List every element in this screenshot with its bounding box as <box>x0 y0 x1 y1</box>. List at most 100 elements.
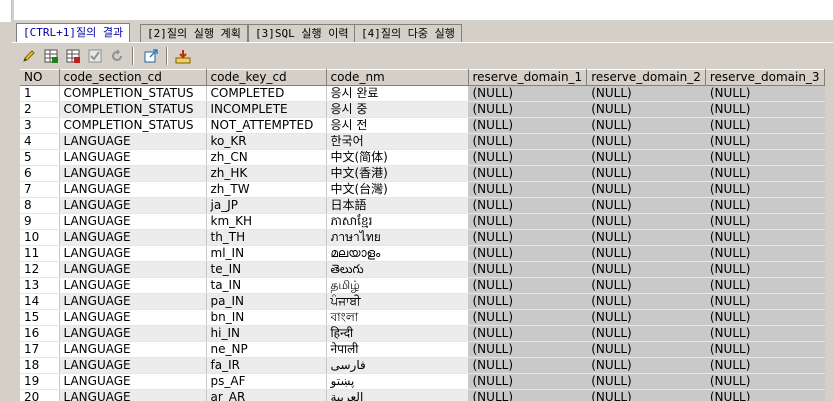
edit-pencil-icon[interactable] <box>20 47 38 65</box>
null-cell[interactable]: (NULL) <box>586 165 706 182</box>
null-cell[interactable]: (NULL) <box>586 197 706 214</box>
null-cell[interactable]: (NULL) <box>468 181 588 198</box>
table-cell[interactable]: LANGUAGE <box>59 341 207 358</box>
null-cell[interactable]: (NULL) <box>705 101 825 118</box>
null-cell[interactable]: (NULL) <box>586 117 706 134</box>
table-cell[interactable]: বাংলা <box>326 309 469 326</box>
table-cell[interactable]: zh_CN <box>206 149 327 166</box>
table-cell[interactable]: ja_JP <box>206 197 327 214</box>
null-cell[interactable]: (NULL) <box>705 277 825 294</box>
null-cell[interactable]: (NULL) <box>586 229 706 246</box>
table-row[interactable]: 15 LANGUAGE bn_IN বাংলা (NULL) (NULL) (NULL) <box>20 309 825 326</box>
null-cell[interactable]: (NULL) <box>586 341 706 358</box>
table-cell[interactable]: hi_IN <box>206 325 327 342</box>
table-cell[interactable]: km_KH <box>206 213 327 230</box>
table-cell[interactable]: ta_IN <box>206 277 327 294</box>
table-row[interactable]: 3 COMPLETION_STATUS NOT_ATTEMPTED 응시 전 (NULL… <box>20 117 825 134</box>
null-cell[interactable]: (NULL) <box>705 117 825 134</box>
null-cell[interactable]: (NULL) <box>705 325 825 342</box>
table-row[interactable]: 19 LANGUAGE ps_AF پښتو (NULL) (NULL) (NULL) <box>20 373 825 390</box>
row-number-cell[interactable]: 9 <box>20 213 60 230</box>
null-cell[interactable]: (NULL) <box>586 357 706 374</box>
table-row[interactable]: 13 LANGUAGE ta_IN தமிழ் (NULL) (NULL) (NULL) <box>20 277 825 294</box>
table-row[interactable]: 12 LANGUAGE te_IN తెలుగు (NULL) (NULL) (NULL) <box>20 261 825 278</box>
null-cell[interactable]: (NULL) <box>705 245 825 262</box>
table-row[interactable]: 5 LANGUAGE zh_CN 中文(简体) (NULL) (NULL) (NULL) <box>20 149 825 166</box>
column-header-no[interactable]: NO <box>20 69 60 86</box>
table-cell[interactable]: LANGUAGE <box>59 325 207 342</box>
table-row[interactable]: 7 LANGUAGE zh_TW 中文(台灣) (NULL) (NULL) (NULL) <box>20 181 825 198</box>
row-number-cell[interactable]: 10 <box>20 229 60 246</box>
null-cell[interactable]: (NULL) <box>468 133 588 150</box>
export-icon[interactable] <box>142 47 160 65</box>
row-number-cell[interactable]: 1 <box>20 85 60 102</box>
table-cell[interactable]: தமிழ் <box>326 277 469 294</box>
row-number-cell[interactable]: 3 <box>20 117 60 134</box>
null-cell[interactable]: (NULL) <box>705 133 825 150</box>
table-cell[interactable]: LANGUAGE <box>59 309 207 326</box>
null-cell[interactable]: (NULL) <box>586 261 706 278</box>
table-row[interactable]: 18 LANGUAGE fa_IR فارسی (NULL) (NULL) (NULL) <box>20 357 825 374</box>
table-row[interactable]: 1 COMPLETION_STATUS COMPLETED 응시 완료 (NULL) (N… <box>20 85 825 102</box>
table-cell[interactable]: COMPLETED <box>206 85 327 102</box>
table-cell[interactable]: 응시 완료 <box>326 85 469 102</box>
column-header-reserve-domain-1[interactable]: reserve_domain_1 <box>468 69 588 86</box>
table-cell[interactable]: LANGUAGE <box>59 373 207 390</box>
null-cell[interactable]: (NULL) <box>468 117 588 134</box>
refresh-icon[interactable] <box>108 47 126 65</box>
null-cell[interactable]: (NULL) <box>468 357 588 374</box>
column-header-code-section-cd[interactable]: code_section_cd <box>59 69 207 86</box>
table-cell[interactable]: 日本語 <box>326 197 469 214</box>
table-cell[interactable]: bn_IN <box>206 309 327 326</box>
null-cell[interactable]: (NULL) <box>705 389 825 401</box>
table-cell[interactable]: ne_NP <box>206 341 327 358</box>
table-row[interactable]: 10 LANGUAGE th_TH ภาษาไทย (NULL) (NULL) (NULL) <box>20 229 825 246</box>
null-cell[interactable]: (NULL) <box>705 149 825 166</box>
table-row[interactable]: 17 LANGUAGE ne_NP नेपाली (NULL) (NULL) (NULL) <box>20 341 825 358</box>
null-cell[interactable]: (NULL) <box>705 293 825 310</box>
null-cell[interactable]: (NULL) <box>468 389 588 401</box>
table-cell[interactable]: ml_IN <box>206 245 327 262</box>
tab-query-result[interactable]: [CTRL+1]질의 결과 <box>16 23 131 43</box>
null-cell[interactable]: (NULL) <box>586 277 706 294</box>
null-cell[interactable]: (NULL) <box>468 149 588 166</box>
table-cell[interactable]: ar_AR <box>206 389 327 401</box>
row-number-cell[interactable]: 20 <box>20 389 60 401</box>
row-number-cell[interactable]: 7 <box>20 181 60 198</box>
table-cell[interactable]: te_IN <box>206 261 327 278</box>
null-cell[interactable]: (NULL) <box>705 229 825 246</box>
null-cell[interactable]: (NULL) <box>586 373 706 390</box>
table-cell[interactable]: فارسی <box>326 357 469 374</box>
table-cell[interactable]: COMPLETION_STATUS <box>59 117 207 134</box>
null-cell[interactable]: (NULL) <box>586 213 706 230</box>
row-number-cell[interactable]: 14 <box>20 293 60 310</box>
null-cell[interactable]: (NULL) <box>468 229 588 246</box>
row-number-cell[interactable]: 4 <box>20 133 60 150</box>
table-cell[interactable]: LANGUAGE <box>59 261 207 278</box>
null-cell[interactable]: (NULL) <box>586 309 706 326</box>
table-row[interactable]: 14 LANGUAGE pa_IN ਪੰਜਾਬੀ (NULL) (NULL) (NULL) <box>20 293 825 310</box>
null-cell[interactable]: (NULL) <box>468 341 588 358</box>
null-cell[interactable]: (NULL) <box>468 197 588 214</box>
null-cell[interactable]: (NULL) <box>586 85 706 102</box>
table-cell[interactable]: ko_KR <box>206 133 327 150</box>
null-cell[interactable]: (NULL) <box>468 309 588 326</box>
table-row[interactable]: 8 LANGUAGE ja_JP 日本語 (NULL) (NULL) (NULL) <box>20 197 825 214</box>
row-number-cell[interactable]: 17 <box>20 341 60 358</box>
null-cell[interactable]: (NULL) <box>705 341 825 358</box>
table-cell[interactable]: fa_IR <box>206 357 327 374</box>
null-cell[interactable]: (NULL) <box>586 245 706 262</box>
null-cell[interactable]: (NULL) <box>586 181 706 198</box>
row-number-cell[interactable]: 11 <box>20 245 60 262</box>
null-cell[interactable]: (NULL) <box>705 373 825 390</box>
table-cell[interactable]: 中文(简体) <box>326 149 469 166</box>
table-row[interactable]: 4 LANGUAGE ko_KR 한국어 (NULL) (NULL) (NULL) <box>20 133 825 150</box>
null-cell[interactable]: (NULL) <box>705 261 825 278</box>
table-cell[interactable]: zh_TW <box>206 181 327 198</box>
tab-sql-history[interactable]: [3]SQL 실행 이력 <box>248 24 356 42</box>
null-cell[interactable]: (NULL) <box>586 149 706 166</box>
table-cell[interactable]: NOT_ATTEMPTED <box>206 117 327 134</box>
table-cell[interactable]: پښتو <box>326 373 469 390</box>
row-number-cell[interactable]: 18 <box>20 357 60 374</box>
table-cell[interactable]: LANGUAGE <box>59 389 207 401</box>
